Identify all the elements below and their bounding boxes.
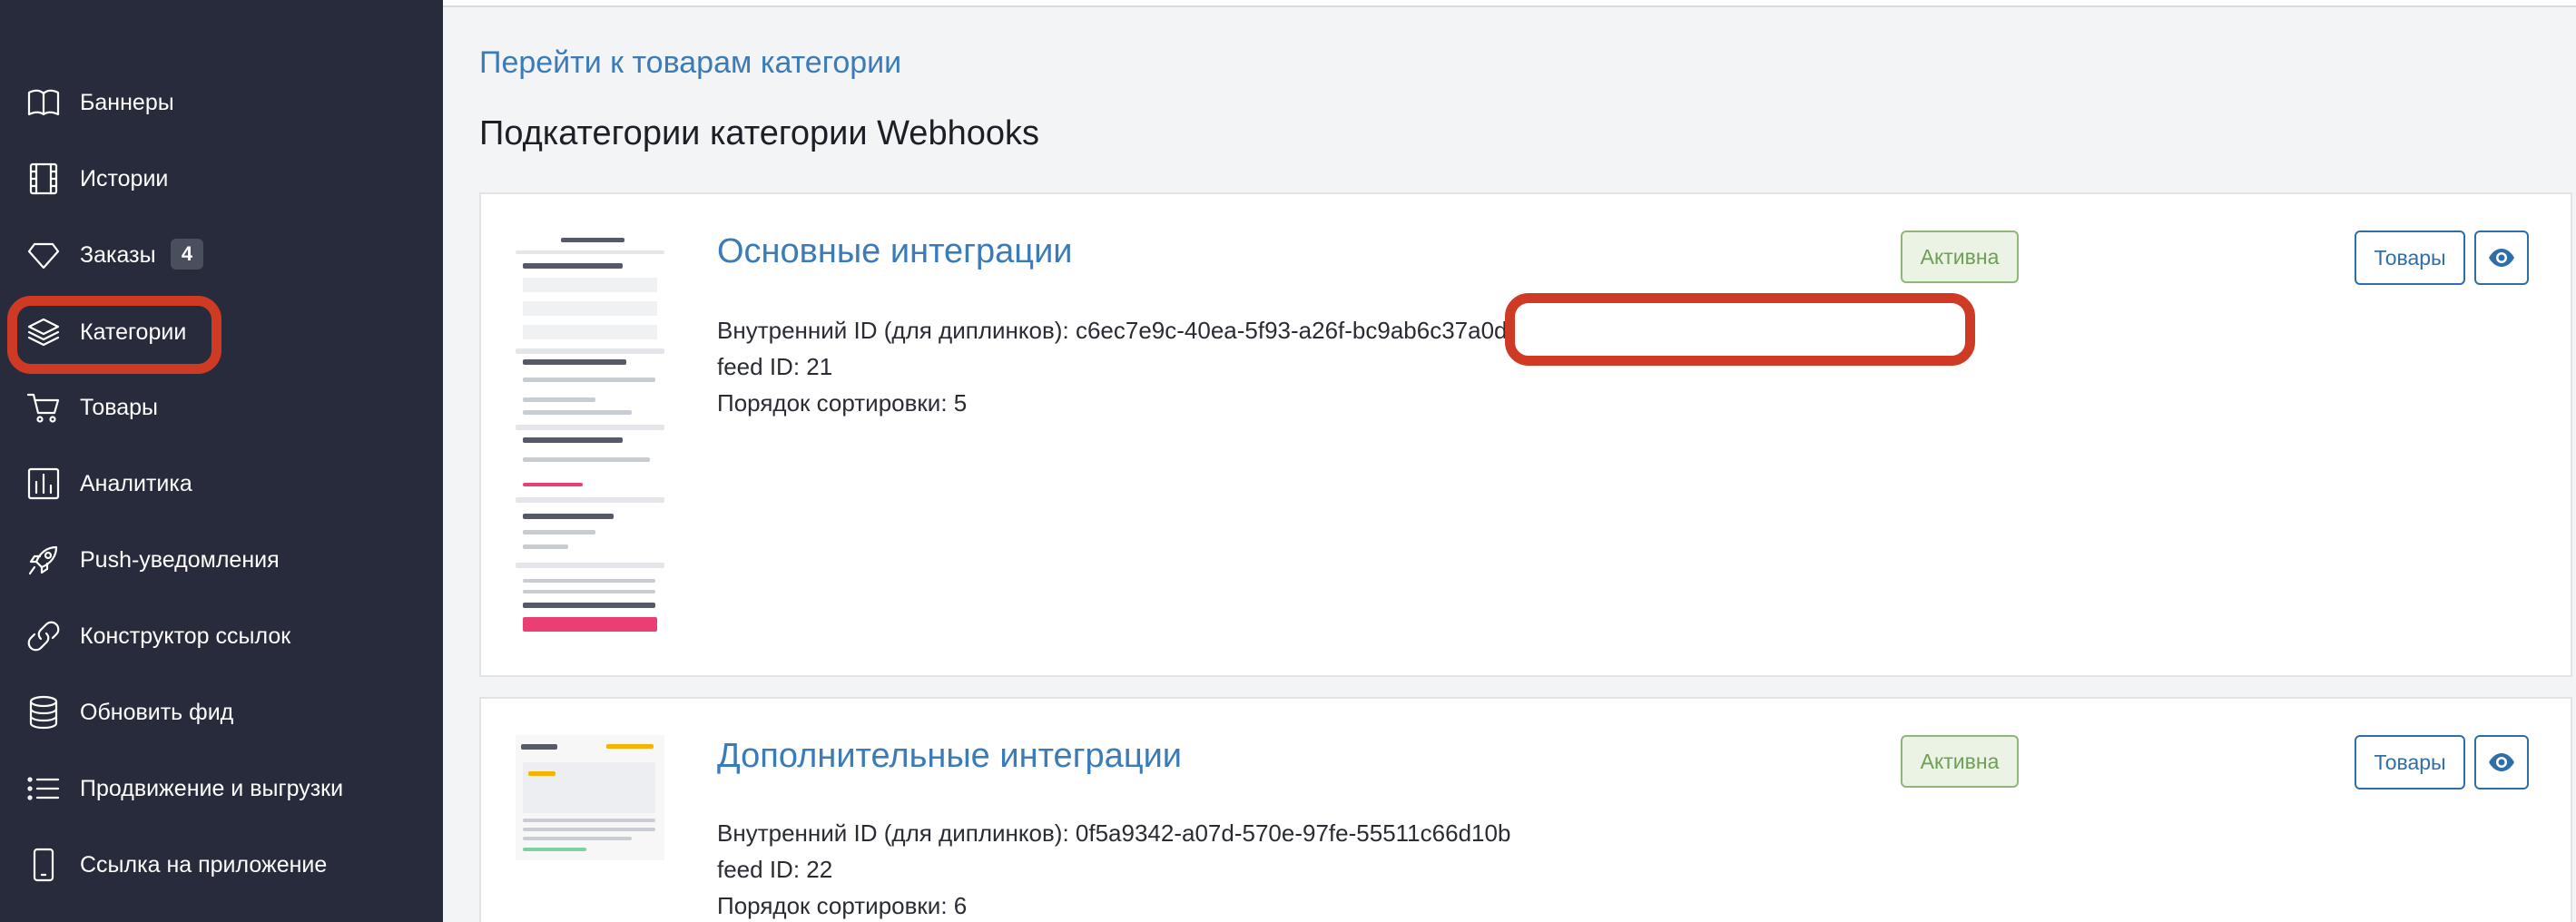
subcategory-card: Основные интеграции Внутренний ID (для д…	[479, 192, 2572, 677]
eye-icon	[2489, 249, 2514, 267]
sidebar-item-push[interactable]: Push-уведомления	[0, 529, 443, 591]
page-title: Подкатегории категории Webhooks	[479, 114, 1039, 152]
internal-id-row: Внутренний ID (для диплинков): c6ec7e9c-…	[717, 312, 1508, 348]
internal-id-label: Внутренний ID (для диплинков)	[717, 317, 1063, 344]
sidebar: Баннеры Истории Заказы 4 Категории Товар…	[0, 0, 443, 922]
sidebar-item-products[interactable]: Товары	[0, 377, 443, 438]
sidebar-item-categories[interactable]: Категории	[0, 301, 443, 363]
feed-id: feed ID: 22	[717, 856, 833, 883]
sidebar-item-label: Push-уведомления	[80, 546, 280, 573]
sort-order: Порядок сортировки: 6	[717, 892, 968, 919]
sidebar-item-update-feed[interactable]: Обновить фид	[0, 682, 443, 743]
sidebar-item-app-link[interactable]: Ссылка на приложение	[0, 834, 443, 896]
database-icon	[24, 692, 64, 732]
status-badge: Активна	[1901, 735, 2019, 788]
sidebar-item-stories[interactable]: Истории	[0, 148, 443, 210]
diamond-icon	[24, 235, 64, 275]
sidebar-item-label: Товары	[80, 394, 158, 420]
link-icon	[24, 616, 64, 656]
goto-category-products-link[interactable]: Перейти к товарам категории	[479, 45, 901, 81]
sidebar-item-label: Категории	[80, 319, 187, 345]
bar-chart-icon	[24, 464, 64, 504]
eye-icon	[2489, 753, 2514, 771]
feed-id: feed ID: 21	[717, 353, 833, 380]
internal-id-value: c6ec7e9c-40ea-5f93-a26f-bc9ab6c37a0d	[1075, 317, 1508, 344]
sidebar-item-label: Истории	[80, 165, 169, 191]
subcategory-title-link[interactable]: Основные интеграции	[717, 232, 1073, 271]
internal-id-colon: :	[1062, 317, 1069, 344]
sidebar-item-label: Аналитика	[80, 470, 192, 496]
category-thumbnail	[516, 230, 664, 637]
rocket-icon	[24, 540, 64, 580]
smartphone-icon	[24, 845, 64, 885]
view-button[interactable]	[2474, 735, 2529, 790]
sidebar-item-orders[interactable]: Заказы 4	[0, 224, 443, 286]
sidebar-item-label: Баннеры	[80, 89, 174, 115]
view-button[interactable]	[2474, 230, 2529, 285]
subcategory-title-link[interactable]: Дополнительные интеграции	[717, 737, 1182, 776]
cart-icon	[24, 387, 64, 427]
internal-id-row: Внутренний ID (для диплинков): 0f5a9342-…	[717, 819, 1511, 847]
sidebar-item-banners[interactable]: Баннеры	[0, 72, 443, 133]
subcategory-card: Дополнительные интеграции Внутренний ID …	[479, 697, 2572, 922]
sidebar-item-label: Ссылка на приложение	[80, 851, 328, 878]
sidebar-item-label: Конструктор ссылок	[80, 623, 291, 649]
layers-icon	[24, 312, 64, 352]
category-thumbnail	[516, 735, 664, 860]
sidebar-item-label: Заказы	[80, 241, 156, 268]
products-button[interactable]: Товары	[2355, 230, 2465, 285]
sidebar-item-analytics[interactable]: Аналитика	[0, 453, 443, 515]
products-button[interactable]: Товары	[2355, 735, 2465, 790]
sidebar-item-promotion[interactable]: Продвижение и выгрузки	[0, 758, 443, 819]
film-icon	[24, 159, 64, 199]
sidebar-item-link-builder[interactable]: Конструктор ссылок	[0, 605, 443, 667]
top-divider	[443, 0, 2576, 7]
sort-order: Порядок сортировки: 5	[717, 389, 968, 417]
sidebar-item-label: Обновить фид	[80, 699, 234, 725]
sidebar-item-label: Продвижение и выгрузки	[80, 775, 344, 801]
main-content: Перейти к товарам категории Подкатегории…	[443, 0, 2576, 922]
book-icon	[24, 83, 64, 123]
orders-count-badge: 4	[171, 239, 203, 270]
list-icon	[24, 769, 64, 809]
status-badge: Активна	[1901, 230, 2019, 283]
